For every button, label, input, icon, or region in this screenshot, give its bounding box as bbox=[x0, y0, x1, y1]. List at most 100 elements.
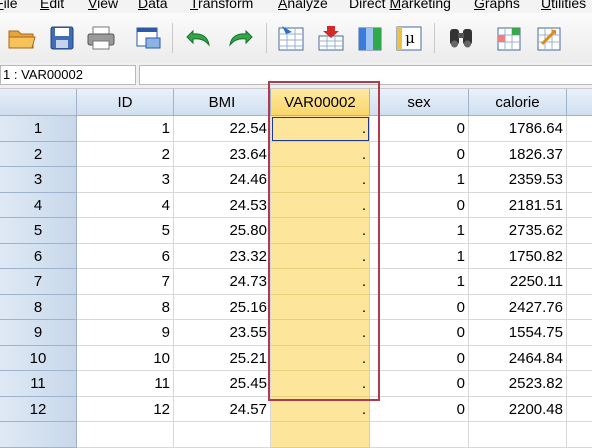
row-header[interactable]: 5 bbox=[0, 218, 77, 244]
data-cell[interactable]: 25.45 bbox=[174, 371, 271, 397]
cell-name-box[interactable]: 1 : VAR00002 bbox=[0, 65, 136, 85]
data-cell[interactable]: 0 bbox=[370, 116, 469, 142]
go-to-case-icon[interactable] bbox=[274, 20, 308, 56]
row-header[interactable]: 9 bbox=[0, 320, 77, 346]
data-cell[interactable]: 0 bbox=[370, 320, 469, 346]
data-cell[interactable]: . bbox=[271, 116, 370, 142]
data-cell[interactable]: 11 bbox=[77, 371, 174, 397]
column-header-sex[interactable]: sex bbox=[370, 89, 469, 116]
data-cell[interactable] bbox=[567, 141, 592, 167]
data-cell[interactable]: 12 bbox=[77, 396, 174, 422]
data-cell[interactable]: . bbox=[271, 396, 370, 422]
open-folder-icon[interactable] bbox=[5, 20, 39, 56]
split-file-icon[interactable] bbox=[492, 20, 526, 56]
dialog-recall-icon[interactable] bbox=[132, 20, 166, 56]
data-cell[interactable] bbox=[567, 218, 592, 244]
save-icon[interactable] bbox=[45, 20, 79, 56]
data-cell[interactable] bbox=[567, 294, 592, 320]
data-cell[interactable]: 23.64 bbox=[174, 141, 271, 167]
data-cell[interactable]: 2 bbox=[77, 141, 174, 167]
data-cell[interactable]: 6 bbox=[77, 243, 174, 269]
data-cell[interactable] bbox=[567, 371, 592, 397]
row-header[interactable]: 2 bbox=[0, 141, 77, 167]
data-cell[interactable]: 1554.75 bbox=[469, 320, 567, 346]
data-cell[interactable]: 3 bbox=[77, 167, 174, 193]
row-header[interactable]: 12 bbox=[0, 396, 77, 422]
menu-item-graphs[interactable]: Graphs bbox=[474, 0, 520, 11]
menu-item-file[interactable]: File bbox=[0, 0, 18, 11]
data-cell[interactable]: . bbox=[271, 294, 370, 320]
data-cell[interactable]: 1750.82 bbox=[469, 243, 567, 269]
data-cell[interactable]: . bbox=[271, 320, 370, 346]
menu-item-data[interactable]: Data bbox=[138, 0, 168, 11]
data-cell[interactable]: 7 bbox=[77, 269, 174, 295]
data-cell[interactable]: 24.53 bbox=[174, 192, 271, 218]
weight-cases-icon[interactable] bbox=[532, 20, 566, 56]
data-cell[interactable]: 0 bbox=[370, 192, 469, 218]
data-cell[interactable]: 25.16 bbox=[174, 294, 271, 320]
data-cell[interactable]: 0 bbox=[370, 141, 469, 167]
data-cell[interactable]: 1 bbox=[77, 116, 174, 142]
data-cell[interactable]: 0 bbox=[370, 294, 469, 320]
data-cell[interactable]: 1 bbox=[370, 167, 469, 193]
data-cell[interactable]: 1 bbox=[370, 218, 469, 244]
data-cell[interactable]: 1 bbox=[370, 243, 469, 269]
column-header-bmi[interactable]: BMI bbox=[174, 89, 271, 116]
data-cell[interactable]: . bbox=[271, 345, 370, 371]
data-cell[interactable]: 23.55 bbox=[174, 320, 271, 346]
menu-item-transform[interactable]: Transform bbox=[190, 0, 253, 11]
menu-item-utilities[interactable]: Utilities bbox=[541, 0, 586, 11]
data-cell[interactable]: 2200.48 bbox=[469, 396, 567, 422]
menu-item-direct-marketing[interactable]: Direct Marketing bbox=[349, 0, 451, 11]
data-cell[interactable]: . bbox=[271, 243, 370, 269]
insert-variable-icon[interactable] bbox=[353, 20, 387, 56]
data-cell[interactable]: 1826.37 bbox=[469, 141, 567, 167]
data-cell[interactable]: . bbox=[271, 167, 370, 193]
row-header[interactable]: 4 bbox=[0, 192, 77, 218]
data-cell[interactable]: 0 bbox=[370, 345, 469, 371]
menu-item-analyze[interactable]: Analyze bbox=[278, 0, 328, 11]
data-cell[interactable]: 22.54 bbox=[174, 116, 271, 142]
redo-icon[interactable] bbox=[222, 20, 256, 56]
data-cell[interactable]: 9 bbox=[77, 320, 174, 346]
data-cell[interactable] bbox=[567, 167, 592, 193]
data-cell[interactable]: 23.32 bbox=[174, 243, 271, 269]
row-header[interactable]: 3 bbox=[0, 167, 77, 193]
data-cell[interactable]: 2735.62 bbox=[469, 218, 567, 244]
row-header[interactable]: 7 bbox=[0, 269, 77, 295]
data-cell[interactable]: 2250.11 bbox=[469, 269, 567, 295]
column-header-empty[interactable] bbox=[567, 89, 592, 116]
data-cell[interactable]: . bbox=[271, 371, 370, 397]
data-cell[interactable]: 2359.53 bbox=[469, 167, 567, 193]
data-cell[interactable]: 0 bbox=[370, 371, 469, 397]
data-cell[interactable]: 2464.84 bbox=[469, 345, 567, 371]
data-cell[interactable]: 25.21 bbox=[174, 345, 271, 371]
data-cell[interactable]: 0 bbox=[370, 396, 469, 422]
column-header-id[interactable]: ID bbox=[77, 89, 174, 116]
row-header[interactable]: 8 bbox=[0, 294, 77, 320]
data-cell[interactable]: 24.73 bbox=[174, 269, 271, 295]
column-header-var00002[interactable]: VAR00002 bbox=[271, 89, 370, 116]
data-cell[interactable] bbox=[567, 243, 592, 269]
data-cell[interactable] bbox=[567, 320, 592, 346]
data-cell[interactable]: 10 bbox=[77, 345, 174, 371]
data-cell[interactable]: 4 bbox=[77, 192, 174, 218]
data-cell[interactable] bbox=[567, 192, 592, 218]
cell-value-field[interactable] bbox=[139, 65, 592, 85]
row-header[interactable]: 11 bbox=[0, 371, 77, 397]
data-cell[interactable] bbox=[567, 116, 592, 142]
data-cell[interactable]: 24.57 bbox=[174, 396, 271, 422]
grid-corner[interactable] bbox=[0, 89, 77, 116]
data-cell[interactable]: 1786.64 bbox=[469, 116, 567, 142]
print-icon[interactable] bbox=[84, 20, 118, 56]
data-cell[interactable]: . bbox=[271, 218, 370, 244]
insert-cases-icon[interactable] bbox=[314, 20, 348, 56]
data-cell[interactable]: . bbox=[271, 269, 370, 295]
data-cell[interactable]: . bbox=[271, 141, 370, 167]
row-header[interactable]: 1 bbox=[0, 116, 77, 142]
data-cell[interactable]: 2427.76 bbox=[469, 294, 567, 320]
data-cell[interactable]: 1 bbox=[370, 269, 469, 295]
data-cell[interactable]: . bbox=[271, 192, 370, 218]
undo-icon[interactable] bbox=[183, 20, 217, 56]
variables-icon[interactable]: μ bbox=[392, 20, 426, 56]
